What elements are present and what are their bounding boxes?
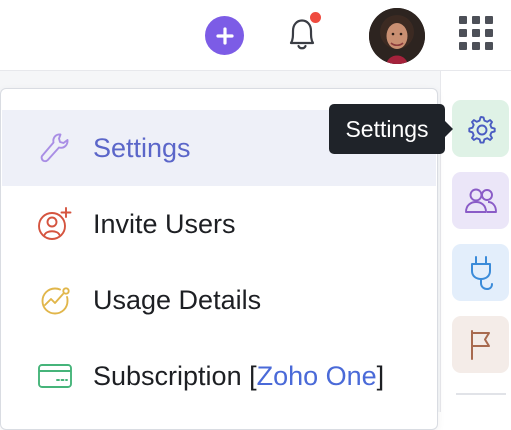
add-user-icon bbox=[38, 207, 72, 240]
rail-integrations-button[interactable] bbox=[452, 244, 509, 301]
avatar[interactable] bbox=[369, 8, 425, 64]
menu-item-label: Invite Users bbox=[93, 208, 236, 239]
subscription-label: Subscription [ bbox=[93, 360, 257, 391]
plug-icon bbox=[470, 255, 493, 290]
menu-item-label: Settings bbox=[93, 132, 191, 163]
user-avatar-icon bbox=[369, 8, 425, 64]
rail-flag-button[interactable] bbox=[452, 316, 509, 373]
settings-tooltip: Settings bbox=[329, 104, 445, 154]
subscription-label-end: ] bbox=[376, 360, 385, 391]
menu-item-subscription[interactable]: Subscription [Zoho One] bbox=[2, 338, 436, 414]
usage-chart-icon bbox=[41, 287, 70, 315]
menu-item-usage-details[interactable]: Usage Details bbox=[2, 262, 436, 338]
add-button[interactable] bbox=[205, 16, 244, 55]
users-icon bbox=[464, 188, 497, 213]
gear-icon bbox=[467, 115, 496, 144]
wrench-icon bbox=[40, 133, 69, 163]
menu-item-label: Usage Details bbox=[93, 284, 262, 315]
menu-item-label: Subscription [Zoho One] bbox=[93, 361, 384, 392]
flag-icon bbox=[470, 329, 490, 360]
apps-grid-icon[interactable] bbox=[457, 14, 495, 52]
rail-divider bbox=[456, 393, 506, 395]
rail-settings-button[interactable] bbox=[452, 100, 509, 157]
rail-users-button[interactable] bbox=[452, 172, 509, 229]
credit-card-icon bbox=[38, 364, 72, 388]
plan-name: Zoho One bbox=[256, 360, 377, 391]
menu-item-invite-users[interactable]: Invite Users bbox=[2, 186, 436, 262]
tooltip-arrow bbox=[445, 121, 453, 137]
plus-icon bbox=[215, 26, 234, 45]
notification-dot bbox=[308, 10, 323, 25]
top-bar bbox=[0, 0, 511, 70]
